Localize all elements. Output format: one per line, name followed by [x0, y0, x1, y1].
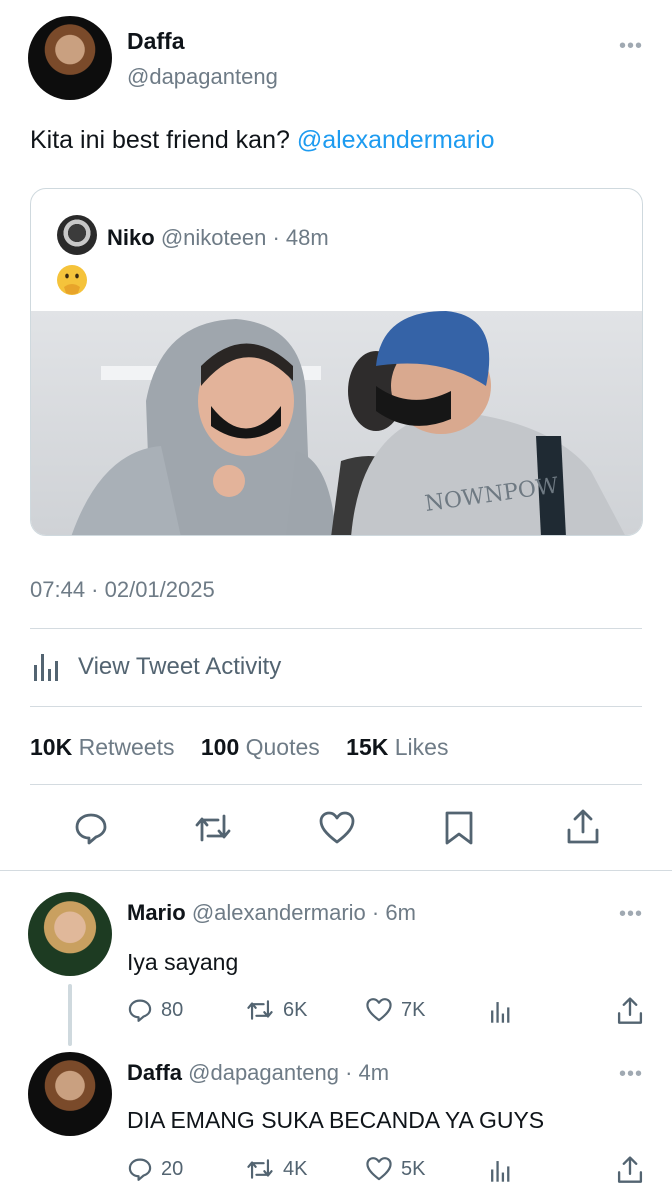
author-avatar[interactable]	[28, 16, 112, 100]
reply-action-retweet[interactable]: 6K	[245, 997, 307, 1023]
share-icon[interactable]	[565, 808, 601, 846]
quotes-label: Quotes	[245, 734, 320, 760]
divider	[0, 870, 672, 871]
share-icon[interactable]	[616, 1155, 644, 1185]
reply-action-retweet[interactable]: 4K	[245, 1156, 307, 1182]
mention-link[interactable]: @alexandermario	[297, 126, 495, 154]
retweet-icon	[245, 1156, 275, 1182]
author-name[interactable]: Daffa	[127, 28, 185, 55]
quoted-tweet[interactable]: Niko @nikoteen · 48m NOWNPOW	[30, 188, 643, 536]
likes-stat[interactable]: 15K Likes	[346, 734, 448, 760]
quoted-author-name[interactable]: Niko	[107, 225, 155, 250]
quoted-author-handle[interactable]: @nikoteen	[161, 225, 267, 250]
reply-avatar[interactable]	[28, 892, 112, 976]
quoted-photo[interactable]: NOWNPOW	[31, 311, 642, 535]
author-handle[interactable]: @dapaganteng	[127, 64, 278, 90]
like-count: 7K	[401, 998, 426, 1021]
reply-action-like[interactable]: 5K	[365, 1156, 425, 1182]
reply-time: · 6m	[371, 900, 416, 925]
quoted-emoji	[55, 263, 89, 297]
reply-header: Mario @alexandermario · 6m	[127, 900, 416, 926]
reply-avatar[interactable]	[28, 1052, 112, 1136]
like-icon[interactable]	[318, 810, 356, 846]
retweet-count: 6K	[283, 998, 308, 1021]
more-icon[interactable]: •••	[619, 1064, 643, 1084]
photo-image: NOWNPOW	[71, 311, 625, 535]
reply-author-handle[interactable]: @alexandermario	[192, 900, 366, 925]
reply-header: Daffa @dapaganteng · 4m	[127, 1060, 389, 1086]
analytics-icon[interactable]	[488, 999, 514, 1025]
retweet-icon	[245, 997, 275, 1023]
quoted-header: Niko @nikoteen · 48m	[107, 225, 329, 251]
reply-count: 80	[161, 998, 184, 1021]
hand-over-mouth-emoji-icon	[57, 265, 87, 295]
reply-count: 20	[161, 1157, 184, 1180]
reply-author-name[interactable]: Mario	[127, 900, 186, 925]
tweet-timestamp[interactable]: 07:44 · 02/01/2025	[30, 577, 215, 603]
view-tweet-activity-label: View Tweet Activity	[78, 653, 282, 680]
thread-line	[68, 984, 72, 1046]
reply-text: DIA EMANG SUKA BECANDA YA GUYS	[127, 1107, 545, 1133]
like-icon	[365, 997, 393, 1023]
divider	[30, 706, 642, 707]
likes-label: Likes	[394, 734, 449, 760]
analytics-icon[interactable]	[488, 1158, 514, 1184]
reply-icon[interactable]	[73, 810, 109, 846]
quoted-time: · 48m	[272, 225, 329, 250]
tweet-text: Kita ini best friend kan? @alexandermari…	[30, 126, 495, 155]
divider	[30, 784, 642, 785]
divider	[30, 628, 642, 629]
more-icon[interactable]: •••	[619, 904, 643, 924]
stats-row: 10K Retweets 100 Quotes 15K Likes	[30, 734, 448, 761]
reply-author-name[interactable]: Daffa	[127, 1060, 182, 1085]
quoted-author-avatar[interactable]	[57, 215, 97, 255]
quotes-stat[interactable]: 100 Quotes	[201, 734, 326, 760]
bookmark-icon[interactable]	[443, 810, 475, 846]
reply-icon	[127, 997, 153, 1023]
more-icon[interactable]: •••	[619, 36, 643, 56]
reply-time: · 4m	[345, 1060, 390, 1085]
reply-text: Iya sayang	[127, 949, 239, 975]
share-icon[interactable]	[616, 996, 644, 1026]
retweets-stat[interactable]: 10K Retweets	[30, 734, 181, 760]
like-icon	[365, 1156, 393, 1182]
likes-count: 15K	[346, 734, 389, 760]
view-tweet-activity-button[interactable]: View Tweet Activity	[30, 650, 281, 684]
retweets-count: 10K	[30, 734, 73, 760]
retweet-icon[interactable]	[193, 810, 233, 846]
reply-action-reply[interactable]: 80	[127, 997, 183, 1023]
tweet-text-body: Kita ini best friend kan?	[30, 126, 290, 154]
reply-author-handle[interactable]: @dapaganteng	[188, 1060, 339, 1085]
quotes-count: 100	[200, 734, 240, 760]
retweet-count: 4K	[283, 1157, 308, 1180]
reply-action-like[interactable]: 7K	[365, 997, 425, 1023]
analytics-icon	[30, 650, 64, 684]
like-count: 5K	[401, 1157, 426, 1180]
reply-action-reply[interactable]: 20	[127, 1156, 183, 1182]
reply-icon	[127, 1156, 153, 1182]
retweets-label: Retweets	[78, 734, 175, 760]
